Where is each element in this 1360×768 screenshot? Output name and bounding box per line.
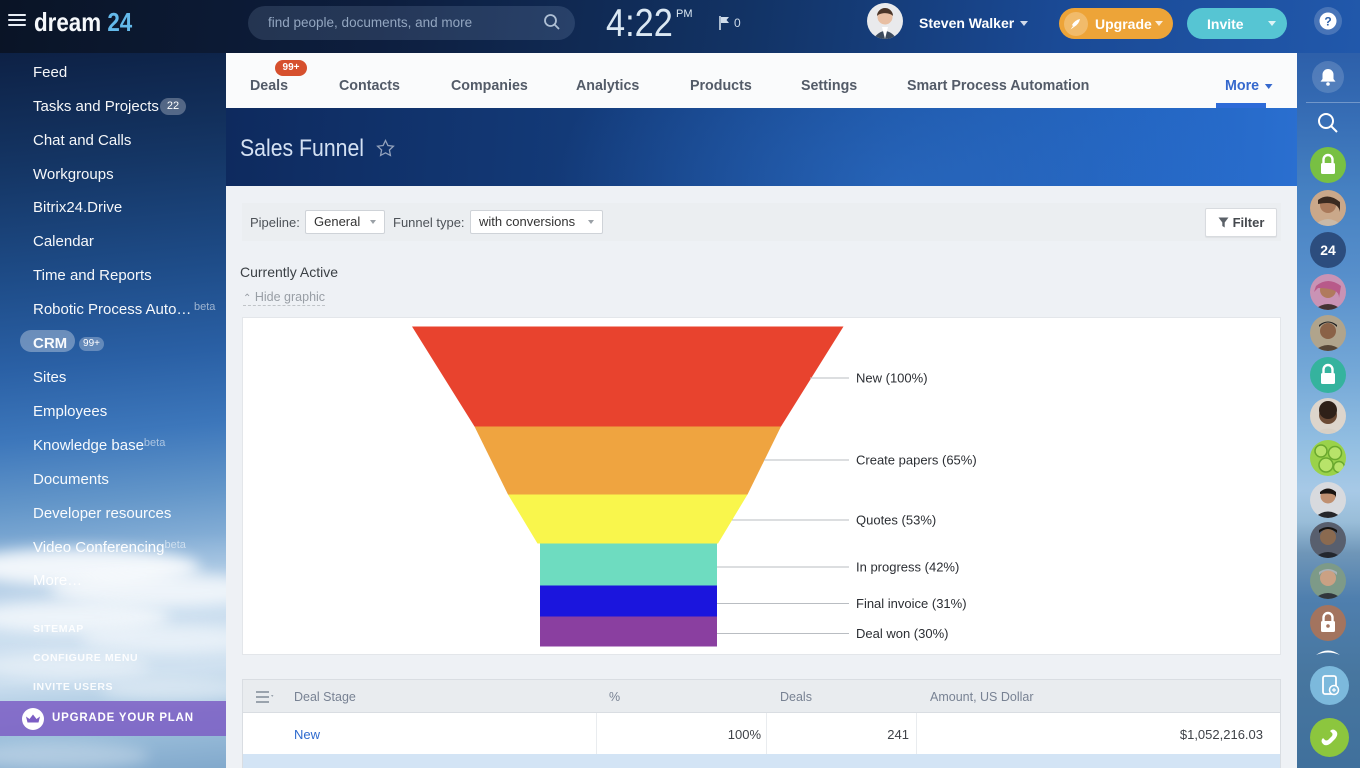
svg-text:Final invoice (31%): Final invoice (31%) [856, 596, 967, 611]
svg-text:In progress (42%): In progress (42%) [856, 560, 959, 575]
svg-text:Deal won (30%): Deal won (30%) [856, 626, 949, 641]
svg-text:Quotes (53%): Quotes (53%) [856, 513, 936, 528]
svg-text:?: ? [1324, 15, 1331, 29]
svg-text:Create papers (65%): Create papers (65%) [856, 453, 977, 468]
svg-text:New (100%): New (100%) [856, 371, 928, 386]
